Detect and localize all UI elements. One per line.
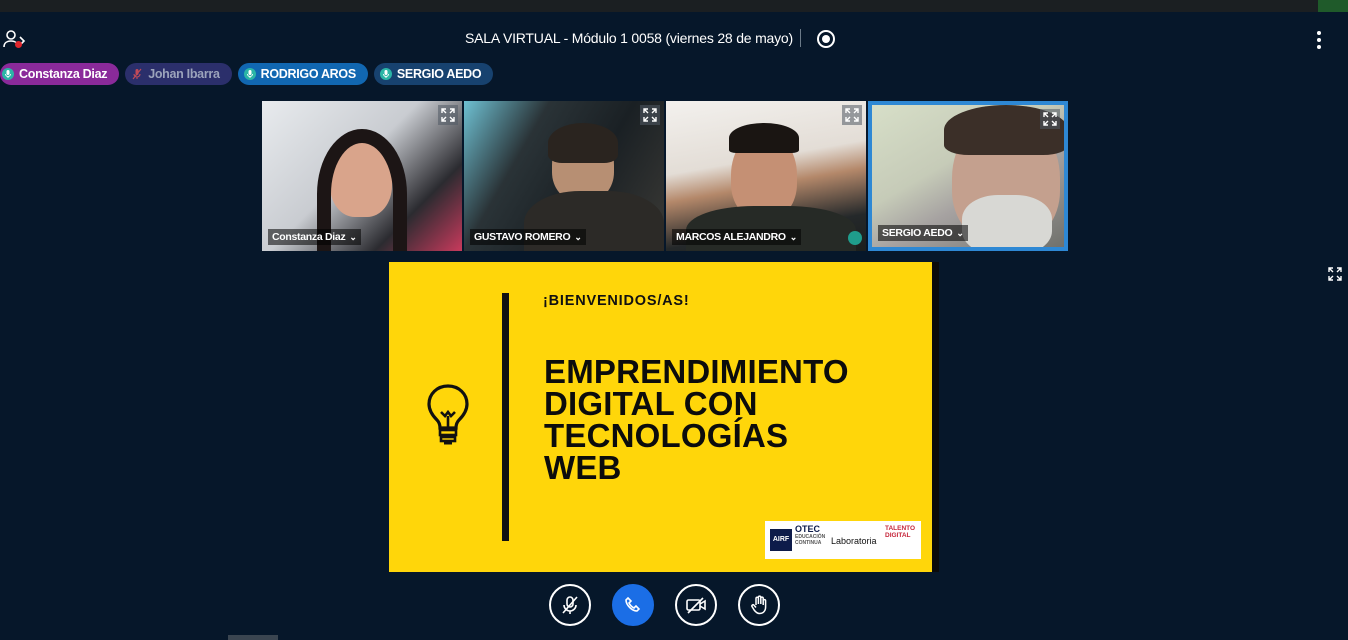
video-tile[interactable]: Constanza Diaz ⌄ xyxy=(262,101,462,251)
expand-video-button[interactable] xyxy=(438,105,458,125)
mic-icon xyxy=(2,68,14,80)
phone-icon xyxy=(625,596,641,612)
meeting-header: SALA VIRTUAL - Módulo 1 0058 (viernes 28… xyxy=(0,12,1348,64)
more-options-icon xyxy=(1317,31,1321,35)
video-name-label[interactable]: GUSTAVO ROMERO ⌄ xyxy=(470,229,586,245)
raise-hand-icon xyxy=(751,595,767,615)
record-icon xyxy=(822,35,830,43)
video-tile[interactable]: MARCOS ALEJANDRO ⌄ xyxy=(666,101,866,251)
lightbulb-icon xyxy=(427,384,469,445)
chevron-down-icon: ⌄ xyxy=(789,232,798,242)
scrollbar-thumb[interactable] xyxy=(228,635,278,640)
chevron-down-icon: ⌄ xyxy=(956,228,964,238)
window-top-strip xyxy=(0,0,1348,12)
participant-name: Johan Ibarra xyxy=(148,67,220,81)
expand-video-button[interactable] xyxy=(640,105,660,125)
headset-icon xyxy=(848,231,862,245)
expand-icon xyxy=(441,108,455,122)
slide-accent-bar xyxy=(502,293,509,541)
slide-welcome-text: ¡BIENVENIDOS/AS! xyxy=(543,293,690,309)
participant-name: Constanza Diaz xyxy=(19,67,108,81)
video-name-label[interactable]: Constanza Diaz ⌄ xyxy=(268,229,361,245)
course-title: EMPRENDIMIENTO DIGITAL CON TECNOLOGÍAS W… xyxy=(544,353,849,486)
video-name-label[interactable]: SERGIO AEDO ⌄ xyxy=(878,225,968,241)
laboratoria-logo: Laboratoria xyxy=(831,536,877,546)
header-divider xyxy=(800,29,801,47)
talento-digital-logo: TALENTO DIGITAL xyxy=(885,525,916,539)
fullscreen-presentation-button[interactable] xyxy=(1327,266,1343,282)
sponsor-logos: AIRF OTEC EDUCACIÓN CONTINUA Laboratoria… xyxy=(765,521,921,559)
participant-pill[interactable]: SERGIO AEDO xyxy=(373,63,494,85)
mic-muted-icon xyxy=(132,68,142,80)
participant-name: SERGIO AEDO xyxy=(396,67,482,81)
mic-muted-icon xyxy=(562,596,578,614)
chevron-down-icon: ⌄ xyxy=(574,232,582,242)
video-name-label[interactable]: MARCOS ALEJANDRO ⌄ xyxy=(672,229,801,245)
airf-logo: AIRF xyxy=(770,529,792,551)
call-controls xyxy=(549,584,780,626)
participant-list: Constanza Diaz Johan Ibarra RODRIGO AROS… xyxy=(0,63,494,85)
expand-video-button[interactable] xyxy=(1040,109,1060,129)
expand-icon xyxy=(845,108,859,122)
chevron-down-icon: ⌄ xyxy=(349,232,357,242)
participant-pill[interactable]: RODRIGO AROS xyxy=(237,63,368,85)
record-button[interactable] xyxy=(817,30,835,48)
expand-icon xyxy=(1043,112,1057,126)
raise-hand-button[interactable] xyxy=(738,584,780,626)
toggle-mic-button[interactable] xyxy=(549,584,591,626)
leave-call-button[interactable] xyxy=(612,584,654,626)
expand-icon xyxy=(1328,267,1342,281)
toggle-camera-button[interactable] xyxy=(675,584,717,626)
participant-name: RODRIGO AROS xyxy=(260,67,357,81)
expand-icon xyxy=(643,108,657,122)
camera-off-icon xyxy=(686,597,706,614)
video-tile[interactable]: GUSTAVO ROMERO ⌄ xyxy=(464,101,664,251)
video-tile[interactable]: SERGIO AEDO ⌄ xyxy=(868,101,1068,251)
participant-pill[interactable]: Johan Ibarra xyxy=(125,63,232,85)
otec-logo: OTEC EDUCACIÓN CONTINUA xyxy=(795,524,826,547)
mic-icon xyxy=(243,68,256,80)
expand-video-button[interactable] xyxy=(842,105,862,125)
presentation-slide: ¡BIENVENIDOS/AS! EMPRENDIMIENTO DIGITAL … xyxy=(389,262,932,572)
meeting-title: SALA VIRTUAL - Módulo 1 0058 (viernes 28… xyxy=(465,30,793,46)
mic-icon xyxy=(379,68,392,80)
participant-pill[interactable]: Constanza Diaz xyxy=(0,63,120,85)
more-options-button[interactable] xyxy=(1313,31,1325,49)
